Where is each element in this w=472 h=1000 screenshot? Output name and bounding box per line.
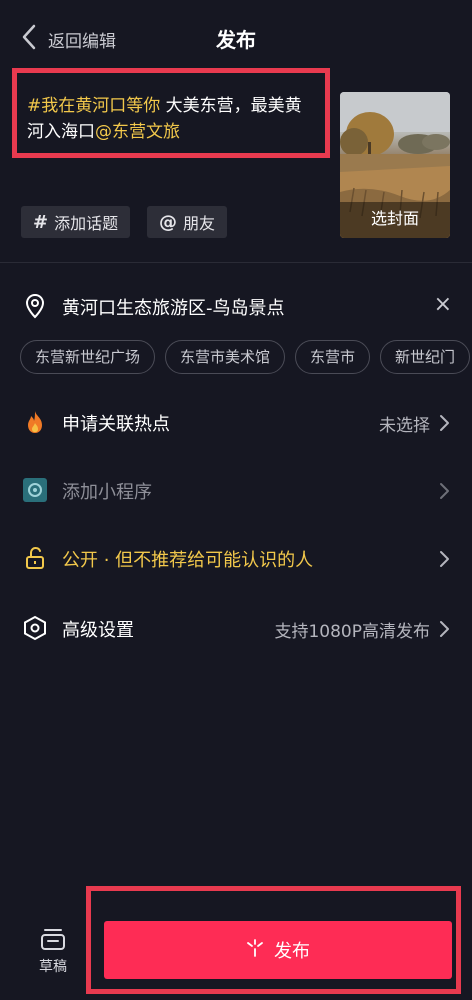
clear-location-button[interactable]: ×	[434, 292, 452, 317]
mini-program-row[interactable]: 添加小程序	[0, 470, 472, 510]
privacy-row[interactable]: 公开 · 但不推荐给可能认识的人	[0, 538, 472, 578]
flame-icon	[22, 409, 48, 435]
add-topic-button[interactable]: # 添加话题	[21, 206, 131, 238]
hotspot-label: 申请关联热点	[62, 414, 170, 435]
sparkle-icon	[246, 938, 274, 962]
draft-label: 草稿	[39, 959, 67, 975]
publish-page: 返回编辑 发布 #我在黄河口等你 大美东营，最美黄河入海口@东营文旅 选封面 #…	[0, 0, 472, 1000]
chevron-right-icon	[438, 481, 450, 501]
location-suggestion-chip[interactable]: 东营市美术馆	[165, 340, 286, 374]
caption-mention[interactable]: @东营文旅	[95, 122, 180, 142]
caption-field[interactable]: #我在黄河口等你 大美东营，最美黄河入海口@东营文旅	[12, 68, 330, 158]
header: 返回编辑 发布	[0, 0, 472, 72]
chevron-right-icon	[438, 549, 450, 569]
draft-button[interactable]: 草稿	[30, 928, 76, 976]
hotspot-value: 未选择	[379, 416, 430, 436]
mention-friend-button[interactable]: @ 朋友	[147, 206, 228, 238]
location-pin-icon	[22, 293, 48, 319]
caption-topic[interactable]: #我在黄河口等你	[27, 96, 160, 116]
advanced-settings-row[interactable]: 高级设置 支持1080P高清发布	[0, 608, 472, 648]
at-icon: @	[159, 211, 177, 233]
publish-button[interactable]: 发布	[104, 921, 452, 979]
unlock-icon	[22, 545, 48, 571]
location-suggestion-chip[interactable]: 新世纪门	[380, 340, 471, 374]
location-row[interactable]: 黄河口生态旅游区-鸟岛景点 ×	[0, 286, 472, 326]
hashtag-icon: #	[33, 211, 49, 233]
chevron-right-icon	[438, 413, 450, 433]
hotspot-row[interactable]: 申请关联热点 未选择	[0, 402, 472, 442]
location-suggestion-chip[interactable]: 东营市	[295, 340, 371, 374]
page-title: 发布	[216, 28, 256, 52]
mention-friend-label: 朋友	[183, 214, 216, 233]
privacy-label: 公开 · 但不推荐给可能认识的人	[62, 550, 314, 571]
add-topic-label: 添加话题	[54, 214, 119, 233]
advanced-settings-value: 支持1080P高清发布	[274, 622, 430, 642]
select-cover-button[interactable]: 选封面	[340, 92, 450, 238]
select-cover-label: 选封面	[340, 202, 450, 238]
settings-hexagon-icon	[22, 615, 48, 641]
advanced-settings-label: 高级设置	[62, 620, 134, 641]
location-suggestions: 东营新世纪广场 东营市美术馆 东营市 新世纪门	[20, 340, 472, 376]
location-suggestion-chip[interactable]: 东营新世纪广场	[20, 340, 156, 374]
mini-program-icon	[22, 477, 48, 503]
publish-label: 发布	[274, 941, 310, 962]
location-name: 黄河口生态旅游区-鸟岛景点	[62, 298, 285, 319]
mini-program-label: 添加小程序	[62, 482, 152, 503]
draft-box-icon	[30, 928, 76, 952]
chevron-right-icon	[438, 619, 450, 639]
divider	[0, 262, 472, 263]
